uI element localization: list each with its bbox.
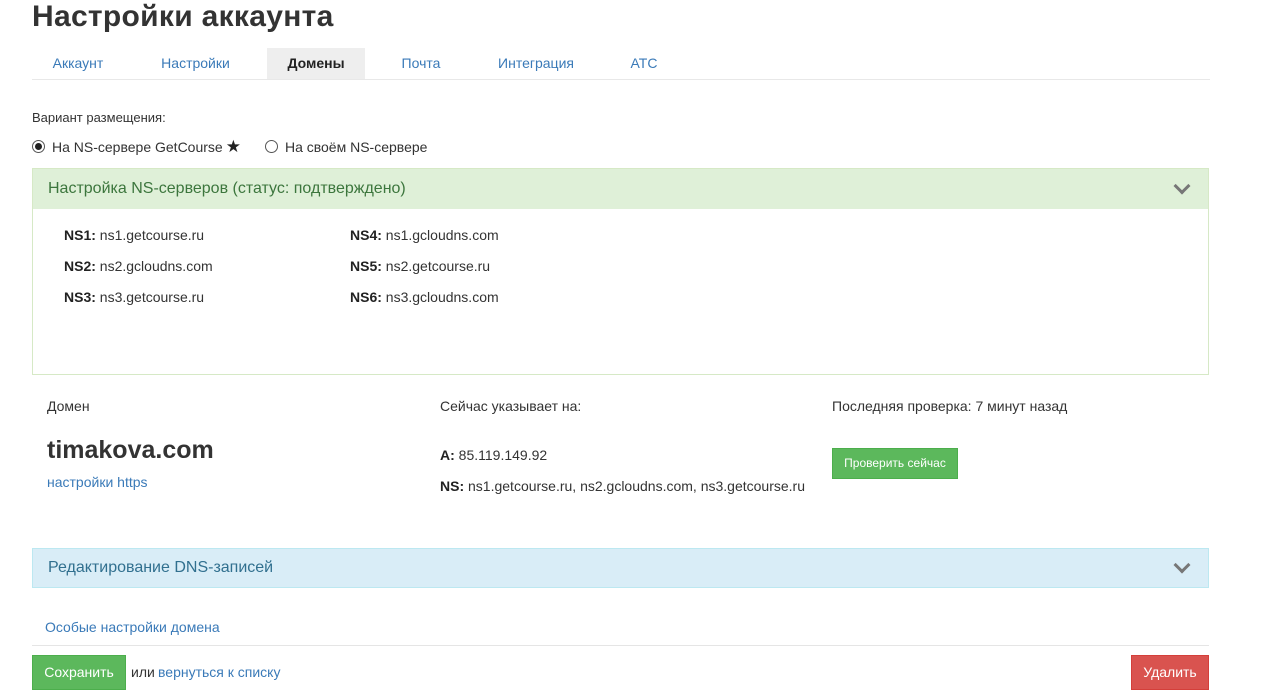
page-title: Настройки аккаунта — [32, 0, 334, 33]
check-now-button[interactable]: Проверить сейчас — [832, 448, 958, 479]
ns-server-item: NS3: ns3.getcourse.ru — [64, 289, 204, 305]
domain-section: Домен Сейчас указывает на: Последняя про… — [32, 390, 1209, 530]
radio-option-getcourse-ns[interactable]: На NS-сервере GetCourse ★ — [32, 138, 241, 155]
ns-value: ns2.gcloudns.com — [99, 258, 213, 274]
ns-record-key: NS: — [440, 478, 465, 494]
ns-value: ns2.getcourse.ru — [385, 258, 491, 274]
ns-panel-header[interactable]: Настройка NS-серверов (статус: подтвержд… — [33, 169, 1208, 209]
tab-domains[interactable]: Домены — [267, 48, 365, 79]
a-record-value: 85.119.149.92 — [458, 447, 548, 463]
star-icon: ★ — [225, 137, 241, 156]
ns-key: NS1: — [64, 227, 96, 243]
back-to-list-link[interactable]: вернуться к списку — [158, 664, 280, 680]
https-settings-link[interactable]: настройки https — [47, 474, 148, 490]
radio-getcourse-ns[interactable] — [32, 140, 45, 153]
domain-name: timakova.com — [47, 436, 214, 464]
tab-account[interactable]: Аккаунт — [32, 48, 124, 79]
ns-value: ns3.gcloudns.com — [385, 289, 499, 305]
ns-settings-panel: Настройка NS-серверов (статус: подтвержд… — [32, 168, 1209, 375]
points-to-header: Сейчас указывает на: — [440, 398, 582, 414]
radio-label-getcourse-ns: На NS-сервере GetCourse — [52, 138, 223, 155]
ns-key: NS5: — [350, 258, 382, 274]
ns-key: NS6: — [350, 289, 382, 305]
chevron-down-icon[interactable] — [1173, 177, 1191, 195]
last-check-header: Последняя проверка: 7 минут назад — [832, 398, 1068, 414]
ns-key: NS3: — [64, 289, 96, 305]
chevron-down-icon[interactable] — [1173, 556, 1191, 574]
divider — [32, 645, 1209, 646]
a-record: A: 85.119.149.92 — [440, 447, 547, 463]
dns-records-panel-header[interactable]: Редактирование DNS-записей — [32, 548, 1209, 588]
ns-record-value: ns1.getcourse.ru, ns2.gcloudns.com, ns3.… — [468, 478, 805, 494]
ns-panel-title: Настройка NS-серверов (статус: подтвержд… — [48, 180, 406, 197]
ns-value: ns3.getcourse.ru — [99, 289, 205, 305]
domain-column-header: Домен — [47, 398, 90, 414]
special-domain-settings-link[interactable]: Особые настройки домена — [45, 619, 220, 635]
ns-server-item: NS2: ns2.gcloudns.com — [64, 258, 213, 274]
ns-server-item: NS1: ns1.getcourse.ru — [64, 227, 204, 243]
dns-panel-title: Редактирование DNS-записей — [48, 559, 274, 576]
radio-label-own-ns: На своём NS-сервере — [284, 138, 428, 155]
tab-integration[interactable]: Интеграция — [477, 48, 595, 79]
ns-value: ns1.gcloudns.com — [385, 227, 499, 243]
radio-option-own-ns[interactable]: На своём NS-сервере — [264, 138, 428, 155]
or-text: или — [131, 664, 155, 680]
tab-settings[interactable]: Настройки — [124, 48, 267, 79]
ns-server-item: NS5: ns2.getcourse.ru — [350, 258, 490, 274]
placement-radio-group: На NS-сервере GetCourse ★ На своём NS-се… — [32, 138, 427, 155]
ns-record: NS: ns1.getcourse.ru, ns2.gcloudns.com, … — [440, 478, 805, 494]
ns-server-item: NS4: ns1.gcloudns.com — [350, 227, 499, 243]
tab-mail[interactable]: Почта — [365, 48, 477, 79]
placement-label: Вариант размещения: — [32, 110, 166, 125]
ns-key: NS2: — [64, 258, 96, 274]
ns-key: NS4: — [350, 227, 382, 243]
delete-button[interactable]: Удалить — [1131, 655, 1209, 690]
tabs-bar: Аккаунт Настройки Домены Почта Интеграци… — [32, 48, 1210, 80]
radio-own-ns[interactable] — [264, 140, 278, 153]
tab-pbx[interactable]: АТС — [595, 48, 693, 79]
ns-server-item: NS6: ns3.gcloudns.com — [350, 289, 499, 305]
ns-value: ns1.getcourse.ru — [99, 227, 205, 243]
a-record-key: A: — [440, 447, 455, 463]
save-button[interactable]: Сохранить — [32, 655, 126, 690]
